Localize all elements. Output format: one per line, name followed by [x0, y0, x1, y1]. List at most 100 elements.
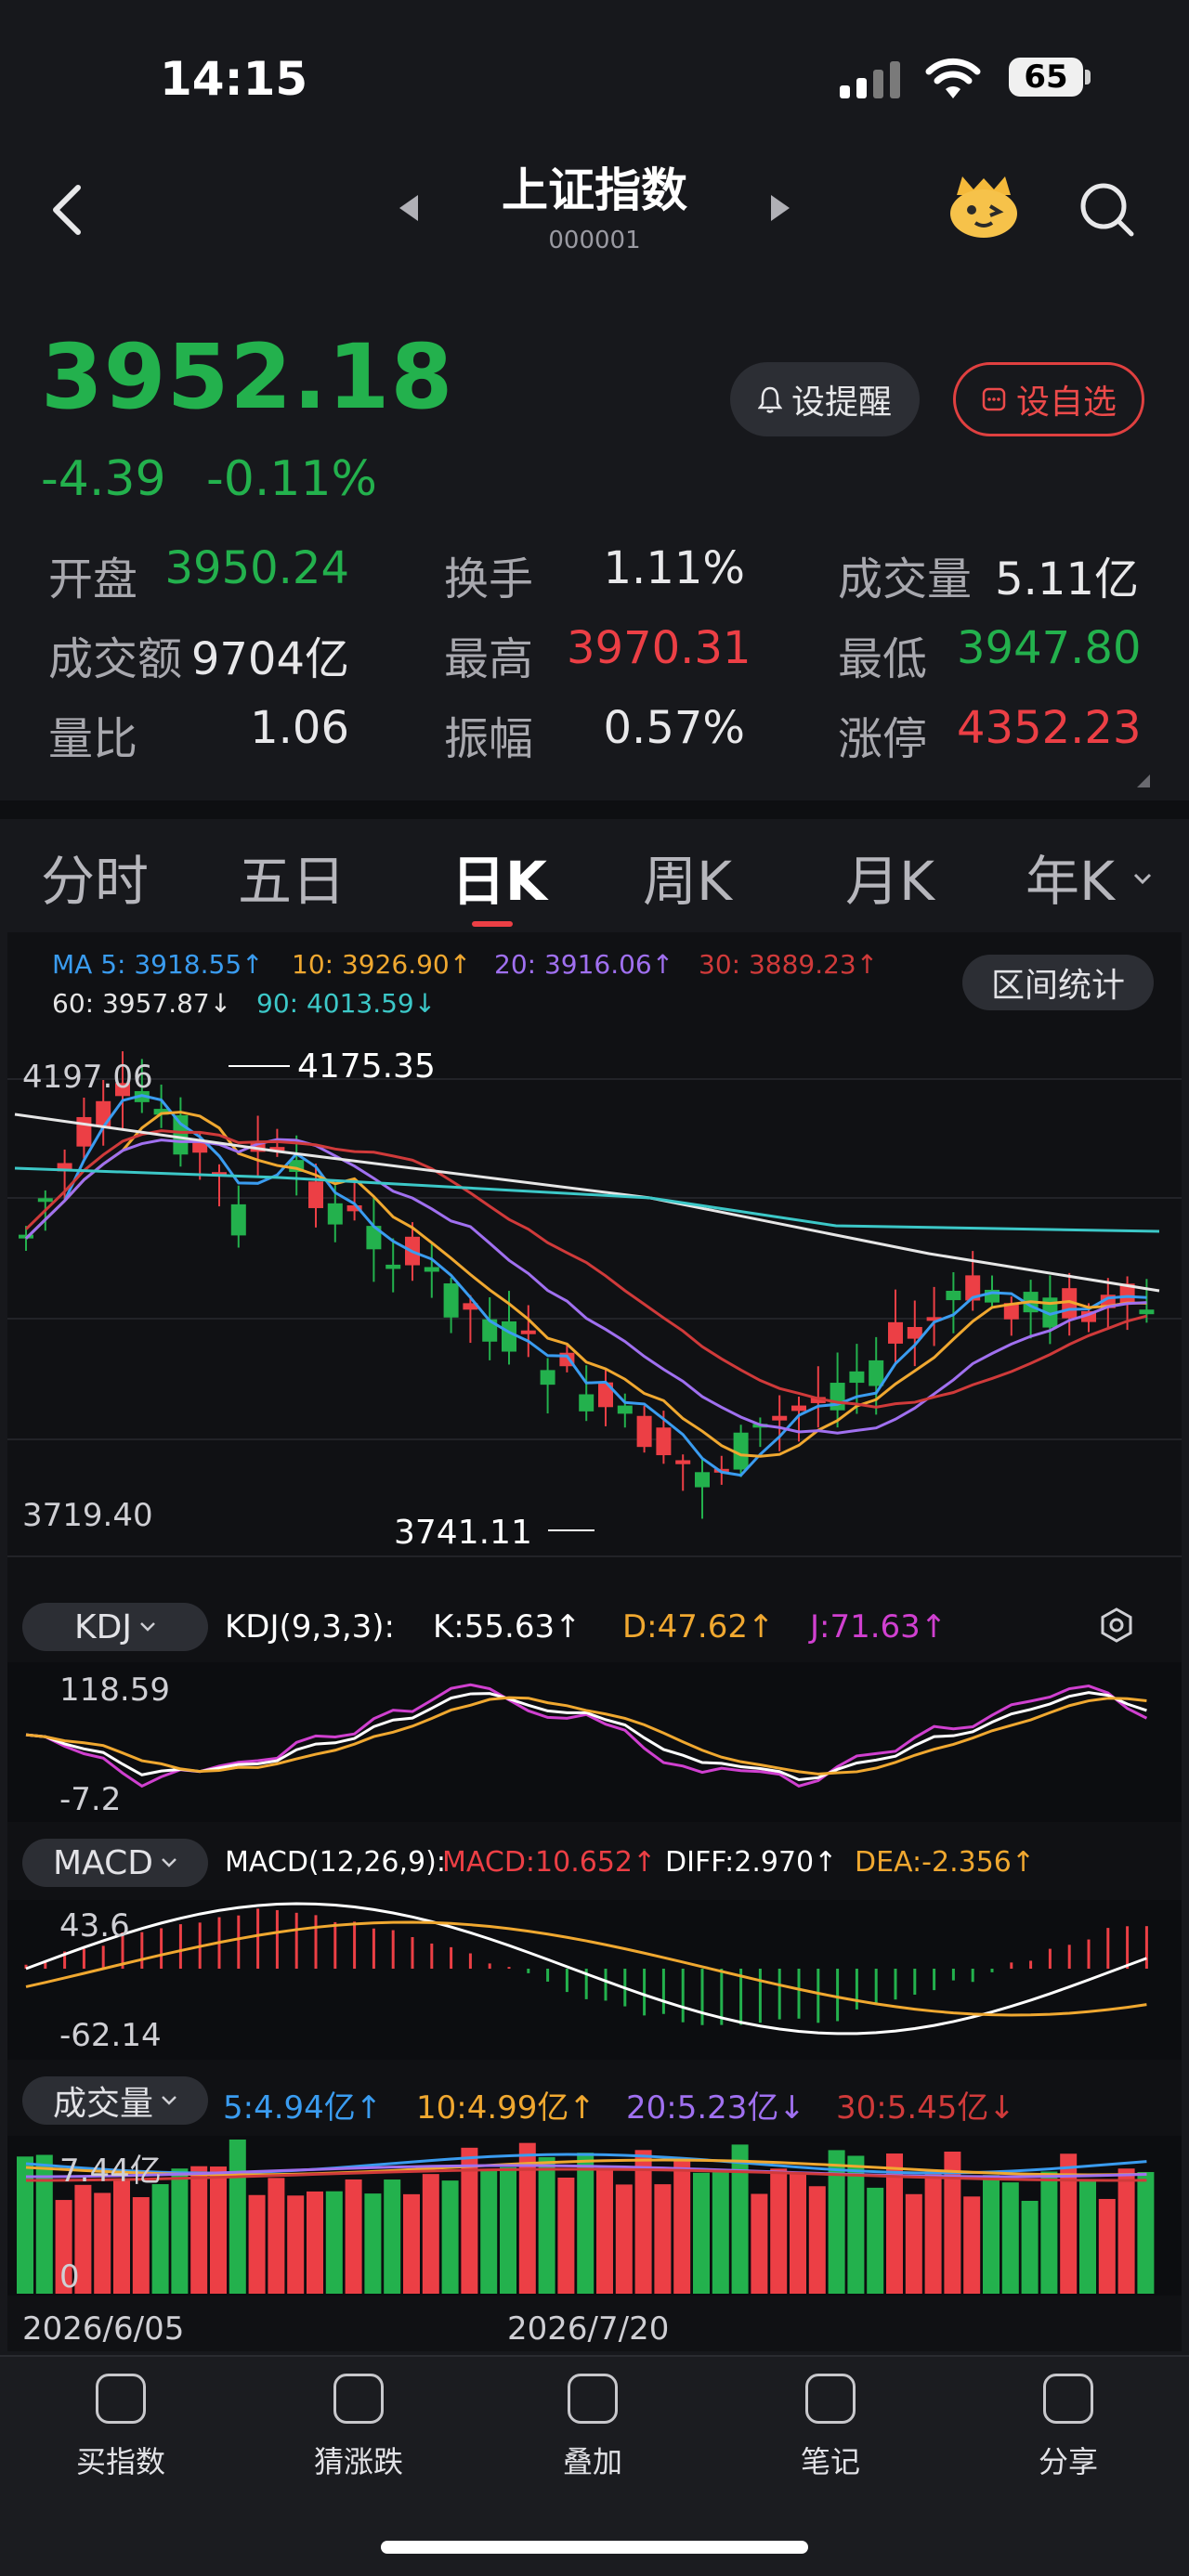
bottom-nav-item-0[interactable]: 买指数	[56, 2374, 186, 2481]
volume-bar	[151, 2184, 169, 2294]
volume-bar	[770, 2168, 788, 2294]
macd-panel	[7, 1900, 1182, 2060]
bottom-nav-item-2[interactable]: 叠加	[528, 2374, 658, 2481]
volume-bar	[1079, 2179, 1096, 2294]
volume-bar	[924, 2171, 942, 2294]
stat-value: 4352.23	[957, 702, 1142, 754]
notes-icon	[805, 2374, 856, 2424]
volume-bar	[963, 2196, 981, 2294]
candle-body	[849, 1371, 865, 1384]
vol-ma30: 30:5.45亿↓	[836, 2089, 1015, 2127]
stat-label: 成交量	[838, 553, 973, 605]
share-icon	[1043, 2374, 1093, 2424]
macd-dea: DEA:-2.356↑	[855, 1846, 1036, 1879]
volume-bar	[210, 2166, 227, 2294]
volume-bar	[248, 2194, 266, 2294]
settings-icon[interactable]	[1098, 1607, 1135, 1644]
overlay-icon	[568, 2374, 618, 2424]
candle-body	[96, 1100, 111, 1127]
date-start: 2026/6/05	[22, 2310, 185, 2348]
kdj-k: K:55.63↑	[433, 1608, 581, 1646]
volume-bar	[712, 2170, 729, 2294]
volume-bar	[1040, 2171, 1058, 2294]
candle-body	[772, 1415, 788, 1421]
volume-bar	[634, 2150, 652, 2294]
tab-2[interactable]: 日K	[451, 838, 547, 916]
macd-y-bottom: -62.14	[59, 2017, 162, 2054]
volume-bar	[1021, 2200, 1039, 2294]
bottom-nav-item-4[interactable]: 分享	[1003, 2374, 1133, 2481]
stat-value: 3970.31	[567, 622, 751, 674]
stat-label: 最高	[444, 633, 534, 685]
volume-bar	[94, 2192, 111, 2294]
candle-body	[869, 1360, 884, 1386]
tab-0[interactable]: 分时	[41, 838, 149, 916]
macd-label: MACD	[53, 1843, 153, 1882]
candle-body	[173, 1114, 189, 1155]
candle-body	[385, 1264, 401, 1269]
candle-body	[1139, 1309, 1155, 1315]
kdj-d: D:47.62↑	[622, 1608, 775, 1646]
volume-selector[interactable]: 成交量	[22, 2076, 208, 2125]
volume-bar	[1137, 2171, 1155, 2294]
candle-body	[791, 1405, 806, 1412]
guess-icon	[333, 2374, 384, 2424]
candle-body	[502, 1321, 516, 1352]
candle-body	[308, 1181, 323, 1208]
tab-4[interactable]: 月K	[845, 838, 934, 916]
volume-bar	[171, 2168, 189, 2294]
tab-1[interactable]: 五日	[238, 838, 346, 916]
volume-bar	[1098, 2198, 1116, 2294]
bottom-nav-item-1[interactable]: 猜涨跌	[294, 2374, 424, 2481]
stat-value: 3950.24	[164, 542, 350, 594]
tab-5[interactable]: 年K	[1026, 838, 1115, 916]
ma90-line	[14, 1166, 1160, 1233]
stat-label: 开盘	[48, 553, 138, 605]
candle-body	[424, 1267, 439, 1272]
volume-bar	[731, 2144, 749, 2294]
kline-chart[interactable]	[0, 0, 1189, 2576]
candle-body	[443, 1283, 459, 1318]
candle-body	[76, 1116, 92, 1147]
vol-ma10: 10:4.99亿↑	[416, 2089, 595, 2127]
kdj-panel	[7, 1662, 1182, 1822]
chevron-down-icon	[162, 2096, 176, 2105]
vol-y-bottom: 0	[59, 2258, 80, 2296]
bottom-nav-label: 猜涨跌	[313, 2444, 403, 2479]
candle-body	[946, 1291, 961, 1301]
chevron-down-icon	[140, 1622, 155, 1632]
volume-bar	[364, 2193, 382, 2294]
candle-body	[520, 1330, 536, 1334]
kline-y-top: 4197.06	[22, 1059, 153, 1096]
kdj-selector[interactable]: KDJ	[22, 1603, 208, 1651]
volume-bar	[441, 2180, 459, 2294]
macd-selector[interactable]: MACD	[22, 1839, 208, 1887]
volume-bar	[132, 2197, 150, 2294]
macd-params: MACD(12,26,9):	[225, 1846, 446, 1879]
volume-bar	[384, 2179, 401, 2294]
volume-bar	[673, 2160, 691, 2294]
macd-y-top: 43.6	[59, 1907, 130, 1945]
volume-bar	[422, 2174, 439, 2294]
bottom-nav-item-3[interactable]: 笔记	[765, 2374, 895, 2481]
volume-bar	[1001, 2182, 1019, 2294]
volume-bar	[190, 2166, 208, 2294]
stat-value: 9704亿	[190, 633, 349, 685]
volume-bar	[693, 2172, 710, 2294]
macd-diff: DIFF:2.970↑	[665, 1846, 838, 1879]
candle-body	[675, 1460, 691, 1464]
stat-label: 成交额	[48, 633, 183, 685]
kline-low-label: 3741.11	[394, 1514, 532, 1552]
volume-bar	[751, 2193, 768, 2294]
candle-body	[327, 1203, 343, 1225]
kline-y-bottom: 3719.40	[22, 1497, 153, 1534]
kdj-params: KDJ(9,3,3):	[225, 1608, 395, 1646]
volume-label: 成交量	[52, 2085, 153, 2123]
volume-bar	[345, 2179, 362, 2294]
volume-bar	[808, 2186, 826, 2294]
screen: 14:15 65 上证指数 000001 3952.18 -4.39 -0.11…	[0, 0, 1189, 2576]
vol-ma5: 5:4.94亿↑	[223, 2089, 383, 2127]
vol-y-top: 7.44亿	[59, 2153, 162, 2190]
buy-index-icon	[96, 2374, 146, 2424]
tab-3[interactable]: 周K	[643, 838, 732, 916]
